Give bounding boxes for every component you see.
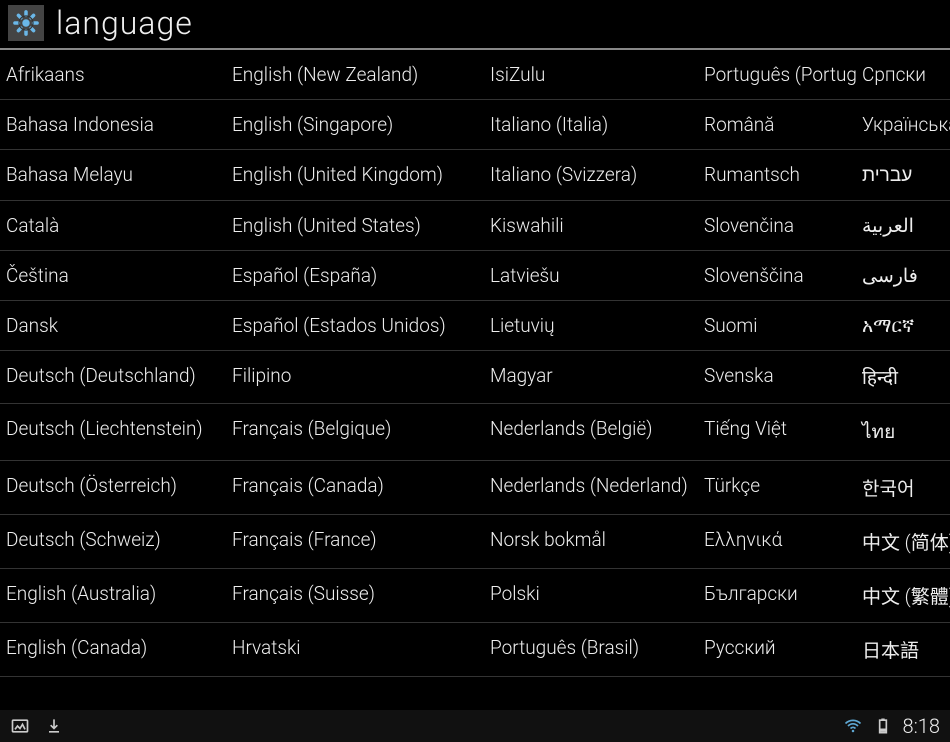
language-option[interactable]: Français (Belgique) [226,404,484,461]
language-option[interactable]: 한국어 [856,461,950,515]
language-option[interactable]: Čeština [0,251,226,301]
language-option[interactable]: Español (Estados Unidos) [226,301,484,351]
language-option[interactable]: Português (Portugal) [698,50,856,100]
download-icon[interactable] [44,716,64,736]
language-option[interactable]: Suomi [698,301,856,351]
language-option[interactable]: Lietuvių [484,301,698,351]
language-row: Bahasa MelayuEnglish (United Kingdom)Ita… [0,150,950,201]
language-option[interactable]: Українська [856,100,950,150]
language-option[interactable]: Hrvatski [226,623,484,677]
page-title: language [56,4,193,42]
language-option[interactable]: Deutsch (Schweiz) [0,515,226,569]
language-option[interactable]: Français (Suisse) [226,569,484,623]
language-option[interactable]: Rumantsch [698,150,856,201]
battery-icon [873,716,893,736]
language-option[interactable]: Afrikaans [0,50,226,100]
language-option[interactable]: Español (España) [226,251,484,301]
language-option[interactable]: Tiếng Việt [698,404,856,461]
language-option[interactable]: Italiano (Italia) [484,100,698,150]
language-option[interactable]: עברית [856,150,950,201]
language-option[interactable]: العربية [856,201,950,251]
header: language [0,0,950,50]
language-option[interactable]: Kiswahili [484,201,698,251]
language-option[interactable]: Bahasa Melayu [0,150,226,201]
language-option[interactable]: Български [698,569,856,623]
language-option[interactable]: Deutsch (Deutschland) [0,351,226,404]
language-option[interactable]: Polski [484,569,698,623]
language-option[interactable]: فارسی [856,251,950,301]
language-option[interactable]: IsiZulu [484,50,698,100]
language-row: Deutsch (Deutschland)FilipinoMagyarSvens… [0,351,950,404]
language-row: English (Australia)Français (Suisse)Pols… [0,569,950,623]
language-option[interactable]: Filipino [226,351,484,404]
language-option[interactable]: Nederlands (Nederland) [484,461,698,515]
language-option[interactable]: Русский [698,623,856,677]
settings-icon [8,5,44,41]
language-option[interactable]: Српски [856,50,950,100]
language-option[interactable]: English (Australia) [0,569,226,623]
wifi-icon [843,716,863,736]
language-row: DanskEspañol (Estados Unidos)LietuviųSuo… [0,301,950,351]
language-option[interactable]: English (United States) [226,201,484,251]
language-option[interactable]: 中文 (繁體) [856,569,950,623]
language-option[interactable]: Deutsch (Österreich) [0,461,226,515]
language-option[interactable]: English (United Kingdom) [226,150,484,201]
language-option[interactable]: Svenska [698,351,856,404]
language-row: Deutsch (Liechtenstein)Français (Belgiqu… [0,404,950,461]
language-row: English (Canada)HrvatskiPortuguês (Brasi… [0,623,950,677]
picture-icon[interactable] [10,716,30,736]
language-row: AfrikaansEnglish (New Zealand)IsiZuluPor… [0,50,950,100]
language-option[interactable]: Dansk [0,301,226,351]
status-clock: 8:18 [903,714,940,738]
language-option[interactable]: English (Singapore) [226,100,484,150]
language-option[interactable]: Türkçe [698,461,856,515]
language-row: Deutsch (Schweiz)Français (France)Norsk … [0,515,950,569]
language-option[interactable]: English (Canada) [0,623,226,677]
language-row: CatalàEnglish (United States)KiswahiliSl… [0,201,950,251]
language-option[interactable]: 日本語 [856,623,950,677]
language-option[interactable]: Français (Canada) [226,461,484,515]
language-option[interactable]: Latviešu [484,251,698,301]
language-option[interactable]: Ελληνικά [698,515,856,569]
status-bar: 8:18 [0,710,950,742]
language-option[interactable]: Slovenčina [698,201,856,251]
language-list: AfrikaansEnglish (New Zealand)IsiZuluPor… [0,50,950,710]
language-option[interactable]: हिन्दी [856,351,950,404]
language-option[interactable]: Bahasa Indonesia [0,100,226,150]
language-option[interactable]: ไทย [856,404,950,461]
language-option[interactable]: Română [698,100,856,150]
language-row: ČeštinaEspañol (España)LatviešuSlovenšči… [0,251,950,301]
language-option[interactable]: አማርኛ [856,301,950,351]
language-option[interactable]: Nederlands (België) [484,404,698,461]
language-option[interactable]: 中文 (简体) [856,515,950,569]
language-row: Deutsch (Österreich)Français (Canada)Ned… [0,461,950,515]
language-option[interactable]: English (New Zealand) [226,50,484,100]
language-option[interactable]: Norsk bokmål [484,515,698,569]
language-option[interactable]: Deutsch (Liechtenstein) [0,404,226,461]
language-option[interactable]: Slovenščina [698,251,856,301]
language-option[interactable]: Català [0,201,226,251]
language-option[interactable]: Français (France) [226,515,484,569]
language-option[interactable]: Italiano (Svizzera) [484,150,698,201]
language-option[interactable]: Magyar [484,351,698,404]
language-row: Bahasa IndonesiaEnglish (Singapore)Itali… [0,100,950,150]
language-option[interactable]: Português (Brasil) [484,623,698,677]
